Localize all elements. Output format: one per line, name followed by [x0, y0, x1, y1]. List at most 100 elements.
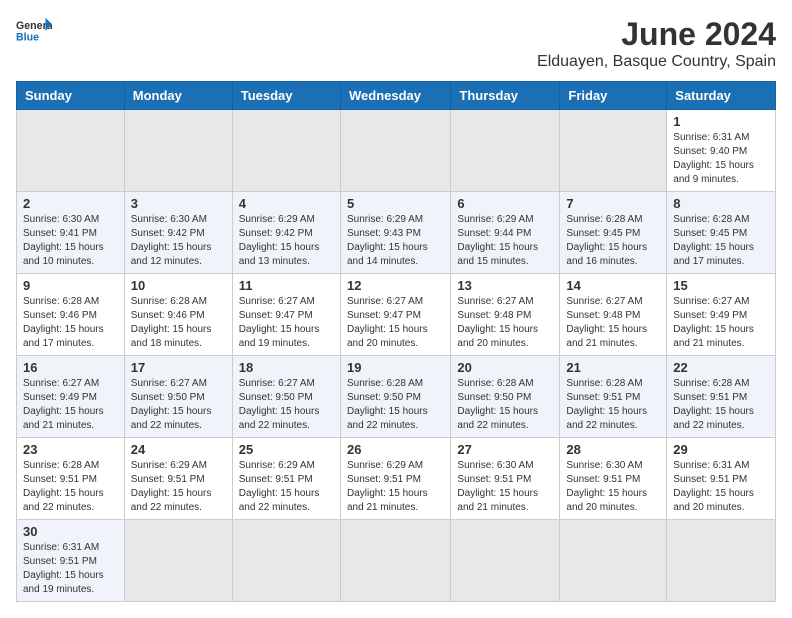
day-number: 22 — [673, 360, 769, 375]
header: General Blue June 2024 Elduayen, Basque … — [16, 16, 776, 71]
day-number: 12 — [347, 278, 444, 293]
calendar-cell: 5 Sunrise: 6:29 AM Sunset: 9:43 PM Daylig… — [340, 192, 450, 274]
day-info: Sunrise: 6:27 AM Sunset: 9:49 PM Dayligh… — [23, 377, 118, 433]
day-info: Sunrise: 6:28 AM Sunset: 9:51 PM Dayligh… — [673, 377, 769, 433]
day-number: 4 — [239, 196, 334, 211]
day-info: Sunrise: 6:27 AM Sunset: 9:48 PM Dayligh… — [566, 295, 660, 351]
calendar-cell — [667, 520, 776, 602]
day-info: Sunrise: 6:29 AM Sunset: 9:43 PM Dayligh… — [347, 213, 444, 269]
day-info: Sunrise: 6:29 AM Sunset: 9:51 PM Dayligh… — [347, 459, 444, 515]
day-number: 21 — [566, 360, 660, 375]
calendar-cell — [124, 110, 232, 192]
day-number: 19 — [347, 360, 444, 375]
calendar-week-row: 1 Sunrise: 6:31 AM Sunset: 9:40 PM Daylig… — [17, 110, 776, 192]
calendar-week-row: 9 Sunrise: 6:28 AM Sunset: 9:46 PM Daylig… — [17, 274, 776, 356]
day-number: 5 — [347, 196, 444, 211]
calendar-cell: 13 Sunrise: 6:27 AM Sunset: 9:48 PM Dayli… — [451, 274, 560, 356]
day-number: 20 — [457, 360, 553, 375]
calendar-cell — [340, 520, 450, 602]
day-info: Sunrise: 6:31 AM Sunset: 9:40 PM Dayligh… — [673, 131, 769, 187]
calendar-cell — [451, 520, 560, 602]
day-info: Sunrise: 6:27 AM Sunset: 9:50 PM Dayligh… — [131, 377, 226, 433]
calendar-cell — [232, 110, 340, 192]
day-info: Sunrise: 6:29 AM Sunset: 9:51 PM Dayligh… — [131, 459, 226, 515]
calendar-cell: 20 Sunrise: 6:28 AM Sunset: 9:50 PM Dayli… — [451, 356, 560, 438]
day-info: Sunrise: 6:28 AM Sunset: 9:45 PM Dayligh… — [566, 213, 660, 269]
calendar-cell: 11Sunrise: 6:27 AM Sunset: 9:47 PM Dayli… — [232, 274, 340, 356]
calendar-cell: 30Sunrise: 6:31 AM Sunset: 9:51 PM Dayli… — [17, 520, 125, 602]
day-number: 10 — [131, 278, 226, 293]
day-number: 18 — [239, 360, 334, 375]
calendar-week-row: 23Sunrise: 6:28 AM Sunset: 9:51 PM Dayli… — [17, 438, 776, 520]
day-info: Sunrise: 6:28 AM Sunset: 9:46 PM Dayligh… — [23, 295, 118, 351]
weekday-header-row: SundayMondayTuesdayWednesdayThursdayFrid… — [17, 82, 776, 110]
weekday-monday: Monday — [124, 82, 232, 110]
calendar-cell: 12 Sunrise: 6:27 AM Sunset: 9:47 PM Dayli… — [340, 274, 450, 356]
calendar-cell: 15Sunrise: 6:27 AM Sunset: 9:49 PM Dayli… — [667, 274, 776, 356]
day-number: 25 — [239, 442, 334, 457]
day-info: Sunrise: 6:28 AM Sunset: 9:46 PM Dayligh… — [131, 295, 226, 351]
title-block: June 2024 Elduayen, Basque Country, Spai… — [537, 16, 776, 71]
day-info: Sunrise: 6:28 AM Sunset: 9:51 PM Dayligh… — [23, 459, 118, 515]
day-info: Sunrise: 6:30 AM Sunset: 9:41 PM Dayligh… — [23, 213, 118, 269]
day-number: 26 — [347, 442, 444, 457]
day-number: 2 — [23, 196, 118, 211]
calendar-cell: 19 Sunrise: 6:28 AM Sunset: 9:50 PM Dayli… — [340, 356, 450, 438]
calendar-cell: 21Sunrise: 6:28 AM Sunset: 9:51 PM Dayli… — [560, 356, 667, 438]
day-info: Sunrise: 6:28 AM Sunset: 9:45 PM Dayligh… — [673, 213, 769, 269]
calendar-cell — [232, 520, 340, 602]
calendar-cell: 2 Sunrise: 6:30 AM Sunset: 9:41 PM Daylig… — [17, 192, 125, 274]
logo: General Blue — [16, 16, 52, 44]
day-info: Sunrise: 6:27 AM Sunset: 9:49 PM Dayligh… — [673, 295, 769, 351]
calendar-cell: 22 Sunrise: 6:28 AM Sunset: 9:51 PM Dayli… — [667, 356, 776, 438]
day-info: Sunrise: 6:28 AM Sunset: 9:50 PM Dayligh… — [347, 377, 444, 433]
calendar-cell: 14 Sunrise: 6:27 AM Sunset: 9:48 PM Dayli… — [560, 274, 667, 356]
day-info: Sunrise: 6:30 AM Sunset: 9:51 PM Dayligh… — [457, 459, 553, 515]
calendar-cell: 10 Sunrise: 6:28 AM Sunset: 9:46 PM Dayli… — [124, 274, 232, 356]
weekday-sunday: Sunday — [17, 82, 125, 110]
svg-text:Blue: Blue — [16, 32, 39, 44]
calendar-cell: 4Sunrise: 6:29 AM Sunset: 9:42 PM Daylig… — [232, 192, 340, 274]
weekday-friday: Friday — [560, 82, 667, 110]
day-number: 8 — [673, 196, 769, 211]
calendar-cell — [17, 110, 125, 192]
calendar-cell: 16 Sunrise: 6:27 AM Sunset: 9:49 PM Dayli… — [17, 356, 125, 438]
weekday-saturday: Saturday — [667, 82, 776, 110]
calendar-week-row: 2 Sunrise: 6:30 AM Sunset: 9:41 PM Daylig… — [17, 192, 776, 274]
day-info: Sunrise: 6:27 AM Sunset: 9:48 PM Dayligh… — [457, 295, 553, 351]
calendar-cell: 17Sunrise: 6:27 AM Sunset: 9:50 PM Dayli… — [124, 356, 232, 438]
day-info: Sunrise: 6:31 AM Sunset: 9:51 PM Dayligh… — [673, 459, 769, 515]
calendar-week-row: 16 Sunrise: 6:27 AM Sunset: 9:49 PM Dayli… — [17, 356, 776, 438]
day-info: Sunrise: 6:31 AM Sunset: 9:51 PM Dayligh… — [23, 541, 118, 597]
day-number: 9 — [23, 278, 118, 293]
day-info: Sunrise: 6:28 AM Sunset: 9:50 PM Dayligh… — [457, 377, 553, 433]
day-number: 24 — [131, 442, 226, 457]
calendar-cell — [560, 520, 667, 602]
calendar-cell: 6Sunrise: 6:29 AM Sunset: 9:44 PM Daylig… — [451, 192, 560, 274]
day-number: 3 — [131, 196, 226, 211]
day-info: Sunrise: 6:27 AM Sunset: 9:50 PM Dayligh… — [239, 377, 334, 433]
calendar-cell: 25Sunrise: 6:29 AM Sunset: 9:51 PM Dayli… — [232, 438, 340, 520]
day-number: 29 — [673, 442, 769, 457]
day-number: 13 — [457, 278, 553, 293]
calendar-table: SundayMondayTuesdayWednesdayThursdayFrid… — [16, 81, 776, 602]
calendar-cell: 7 Sunrise: 6:28 AM Sunset: 9:45 PM Daylig… — [560, 192, 667, 274]
day-number: 1 — [673, 114, 769, 129]
calendar-cell: 29 Sunrise: 6:31 AM Sunset: 9:51 PM Dayli… — [667, 438, 776, 520]
day-number: 7 — [566, 196, 660, 211]
day-number: 14 — [566, 278, 660, 293]
calendar-cell: 28Sunrise: 6:30 AM Sunset: 9:51 PM Dayli… — [560, 438, 667, 520]
calendar-cell: 8 Sunrise: 6:28 AM Sunset: 9:45 PM Daylig… — [667, 192, 776, 274]
weekday-thursday: Thursday — [451, 82, 560, 110]
calendar-cell — [451, 110, 560, 192]
calendar-cell — [560, 110, 667, 192]
day-number: 27 — [457, 442, 553, 457]
generalblue-logo-icon: General Blue — [16, 16, 52, 44]
day-number: 28 — [566, 442, 660, 457]
day-number: 11 — [239, 278, 334, 293]
day-info: Sunrise: 6:29 AM Sunset: 9:44 PM Dayligh… — [457, 213, 553, 269]
calendar-cell: 1 Sunrise: 6:31 AM Sunset: 9:40 PM Daylig… — [667, 110, 776, 192]
day-info: Sunrise: 6:27 AM Sunset: 9:47 PM Dayligh… — [347, 295, 444, 351]
day-number: 16 — [23, 360, 118, 375]
calendar-cell — [124, 520, 232, 602]
